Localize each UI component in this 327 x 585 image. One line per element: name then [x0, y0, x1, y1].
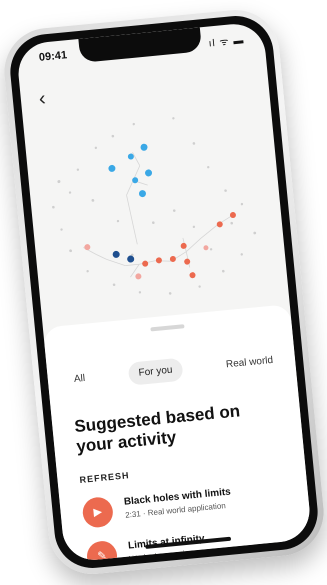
tab-all[interactable]: All [63, 366, 96, 392]
play-icon: ▶ [81, 495, 115, 529]
app-screen: 09:41 ıl ᯤ ▬ ‹ All For you Real world Su… [15, 21, 313, 563]
graph-node [180, 242, 187, 249]
graph-node [138, 190, 146, 198]
graph-node [132, 177, 139, 184]
tab-real-world[interactable]: Real world [215, 347, 284, 376]
refresh-button[interactable]: REFRESH [79, 470, 130, 485]
graph-node [203, 245, 209, 251]
graph-node [127, 255, 135, 263]
phone-bezel: 09:41 ıl ᯤ ▬ ‹ All For you Real world Su… [6, 12, 322, 572]
item-subtitle: Worked example [129, 548, 190, 563]
graph-nodes-blue [108, 143, 153, 198]
graph-node [184, 258, 191, 265]
graph-node [84, 244, 91, 251]
phone-frame: 09:41 ıl ᯤ ▬ ‹ All For you Real world Su… [0, 6, 327, 578]
graph-node [112, 250, 120, 258]
graph-node [145, 169, 153, 177]
sheet-grabber[interactable] [150, 324, 185, 332]
status-time: 09:41 [38, 49, 68, 64]
status-icons: ıl ᯤ ▬ [208, 35, 245, 50]
knowledge-graph [52, 117, 257, 295]
filter-tabs: All For you Real world [63, 345, 285, 394]
graph-node [189, 272, 196, 279]
section-heading: Suggested based on your activity [73, 401, 241, 457]
pencil-icon: ✎ [85, 539, 119, 563]
graph-node [229, 212, 236, 219]
tab-for-you[interactable]: For you [127, 357, 184, 386]
graph-node [140, 143, 148, 151]
graph-node [155, 257, 162, 264]
suggestions-sheet: All For you Real world Suggested based o… [42, 304, 313, 563]
graph-background-dots [52, 117, 257, 295]
back-icon[interactable]: ‹ [38, 88, 47, 111]
graph-node [108, 164, 116, 172]
graph-node [135, 273, 142, 280]
graph-node [142, 260, 149, 267]
